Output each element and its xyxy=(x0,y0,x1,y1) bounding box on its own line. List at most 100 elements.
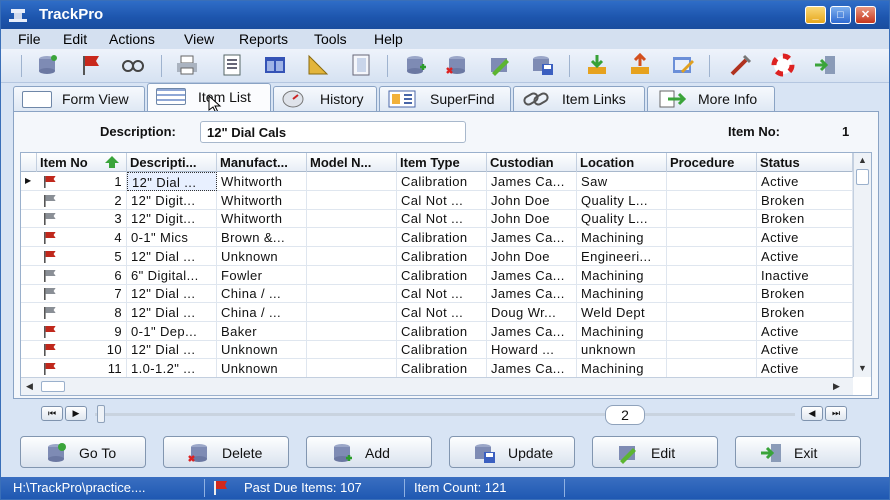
cell-status[interactable]: Active xyxy=(757,340,853,360)
tab-more-info[interactable]: More Info xyxy=(647,86,775,111)
menu-help[interactable]: Help xyxy=(374,31,403,47)
cell-procedure[interactable] xyxy=(667,190,757,210)
cell-item-type[interactable]: Calibration xyxy=(397,265,487,285)
cell-description[interactable]: 6" Digital... xyxy=(127,265,217,285)
ruler-icon[interactable] xyxy=(306,53,330,77)
cell-manufacturer[interactable]: Brown &... xyxy=(217,228,307,248)
cell-procedure[interactable] xyxy=(667,209,757,229)
table-row[interactable]: 6 6" Digital... Fowler Calibration James Ca.… xyxy=(21,265,853,285)
cell-location[interactable]: Machining xyxy=(577,359,667,378)
cell-item-no[interactable]: 4 xyxy=(59,228,127,248)
column-header-procedure[interactable]: Procedure xyxy=(667,153,757,172)
minimize-button[interactable]: _ xyxy=(805,6,826,24)
horizontal-scroll-thumb[interactable] xyxy=(41,381,65,392)
document-icon[interactable] xyxy=(349,53,373,77)
cell-model[interactable] xyxy=(307,284,397,304)
save-record-icon[interactable] xyxy=(531,53,555,77)
cell-item-no[interactable]: 3 xyxy=(59,209,127,229)
cell-custodian[interactable]: John Doe xyxy=(487,190,577,210)
cell-status[interactable]: Broken xyxy=(757,190,853,210)
column-header-description[interactable]: Descripti... xyxy=(127,153,217,172)
cell-item-no[interactable]: 9 xyxy=(59,321,127,341)
cell-custodian[interactable]: Howard ... xyxy=(487,340,577,360)
cell-description[interactable]: 1.0-1.2" ... xyxy=(127,359,217,378)
cell-item-type[interactable]: Cal Not ... xyxy=(397,190,487,210)
cell-description[interactable]: 12" Digit... xyxy=(127,209,217,229)
cell-custodian[interactable]: James Ca... xyxy=(487,172,577,191)
cell-status[interactable]: Inactive xyxy=(757,265,853,285)
cell-location[interactable]: Engineeri... xyxy=(577,246,667,266)
cell-model[interactable] xyxy=(307,228,397,248)
menu-actions[interactable]: Actions xyxy=(109,31,155,47)
cell-procedure[interactable] xyxy=(667,172,757,191)
add-record-icon[interactable] xyxy=(403,53,427,77)
scroll-down-icon[interactable]: ▼ xyxy=(858,363,867,373)
menu-file[interactable]: File xyxy=(18,31,41,47)
cell-location[interactable]: Machining xyxy=(577,321,667,341)
print-icon[interactable] xyxy=(175,53,199,77)
cell-location[interactable]: Quality L... xyxy=(577,209,667,229)
cell-item-type[interactable]: Calibration xyxy=(397,172,487,191)
cell-manufacturer[interactable]: Unknown xyxy=(217,340,307,360)
tab-history[interactable]: History xyxy=(273,86,377,111)
cell-item-no[interactable]: 2 xyxy=(59,190,127,210)
cell-description[interactable]: 12" Dial ... xyxy=(127,172,217,191)
cell-custodian[interactable]: James Ca... xyxy=(487,228,577,248)
delete-button[interactable]: Delete xyxy=(163,436,289,468)
update-button[interactable]: Update xyxy=(449,436,575,468)
cell-procedure[interactable] xyxy=(667,302,757,322)
cell-custodian[interactable]: James Ca... xyxy=(487,321,577,341)
column-header-manufacturer[interactable]: Manufact... xyxy=(217,153,307,172)
cell-custodian[interactable]: Doug Wr... xyxy=(487,302,577,322)
scroll-up-icon[interactable]: ▲ xyxy=(858,155,867,165)
record-slider-track[interactable] xyxy=(95,413,795,416)
cell-item-no[interactable]: 6 xyxy=(59,265,127,285)
cell-description[interactable]: 12" Dial ... xyxy=(127,246,217,266)
cell-model[interactable] xyxy=(307,190,397,210)
cell-model[interactable] xyxy=(307,209,397,229)
cell-item-no[interactable]: 11 xyxy=(59,359,127,378)
edit-button[interactable]: Edit xyxy=(592,436,718,468)
cell-model[interactable] xyxy=(307,321,397,341)
cell-item-no[interactable]: 5 xyxy=(59,246,127,266)
table-row[interactable]: 8 12" Dial ... China / ... Cal Not ... Doug … xyxy=(21,302,853,322)
cell-model[interactable] xyxy=(307,302,397,322)
table-row[interactable]: 3 12" Digit... Whitworth Cal Not ... John Do… xyxy=(21,209,853,229)
tab-item-links[interactable]: Item Links xyxy=(513,86,645,111)
window-icon[interactable] xyxy=(263,53,287,77)
scroll-right-icon[interactable]: ▶ xyxy=(833,381,840,392)
glasses-icon[interactable] xyxy=(121,53,145,77)
menu-edit[interactable]: Edit xyxy=(63,31,87,47)
cell-model[interactable] xyxy=(307,172,397,191)
cell-manufacturer[interactable]: Unknown xyxy=(217,246,307,266)
report-icon[interactable] xyxy=(220,53,244,77)
cell-item-type[interactable]: Calibration xyxy=(397,228,487,248)
cell-status[interactable]: Active xyxy=(757,359,853,378)
menu-tools[interactable]: Tools xyxy=(314,31,347,47)
cell-procedure[interactable] xyxy=(667,246,757,266)
help-lifebuoy-icon[interactable] xyxy=(771,53,795,77)
tools-icon[interactable] xyxy=(729,53,753,77)
cell-location[interactable]: unknown xyxy=(577,340,667,360)
database-icon[interactable] xyxy=(35,53,59,77)
notepad-icon[interactable] xyxy=(671,53,695,77)
cell-item-type[interactable]: Calibration xyxy=(397,340,487,360)
cell-item-type[interactable]: Cal Not ... xyxy=(397,302,487,322)
export-icon[interactable] xyxy=(628,53,652,77)
exit-door-icon[interactable] xyxy=(813,53,837,77)
column-header-custodian[interactable]: Custodian xyxy=(487,153,577,172)
cell-status[interactable]: Broken xyxy=(757,209,853,229)
flag-icon[interactable] xyxy=(79,53,103,77)
cell-manufacturer[interactable]: Whitworth xyxy=(217,190,307,210)
close-button[interactable]: ✕ xyxy=(855,6,876,24)
last-record-button[interactable]: ⏭ xyxy=(825,406,847,421)
cell-status[interactable]: Active xyxy=(757,228,853,248)
cell-model[interactable] xyxy=(307,340,397,360)
cell-manufacturer[interactable]: Baker xyxy=(217,321,307,341)
vertical-scroll-thumb[interactable] xyxy=(856,169,869,185)
cell-model[interactable] xyxy=(307,246,397,266)
table-row[interactable]: 5 12" Dial ... Unknown Calibration John Doe E… xyxy=(21,246,853,266)
column-header-location[interactable]: Location xyxy=(577,153,667,172)
maximize-button[interactable]: □ xyxy=(830,6,851,24)
menu-reports[interactable]: Reports xyxy=(239,31,288,47)
